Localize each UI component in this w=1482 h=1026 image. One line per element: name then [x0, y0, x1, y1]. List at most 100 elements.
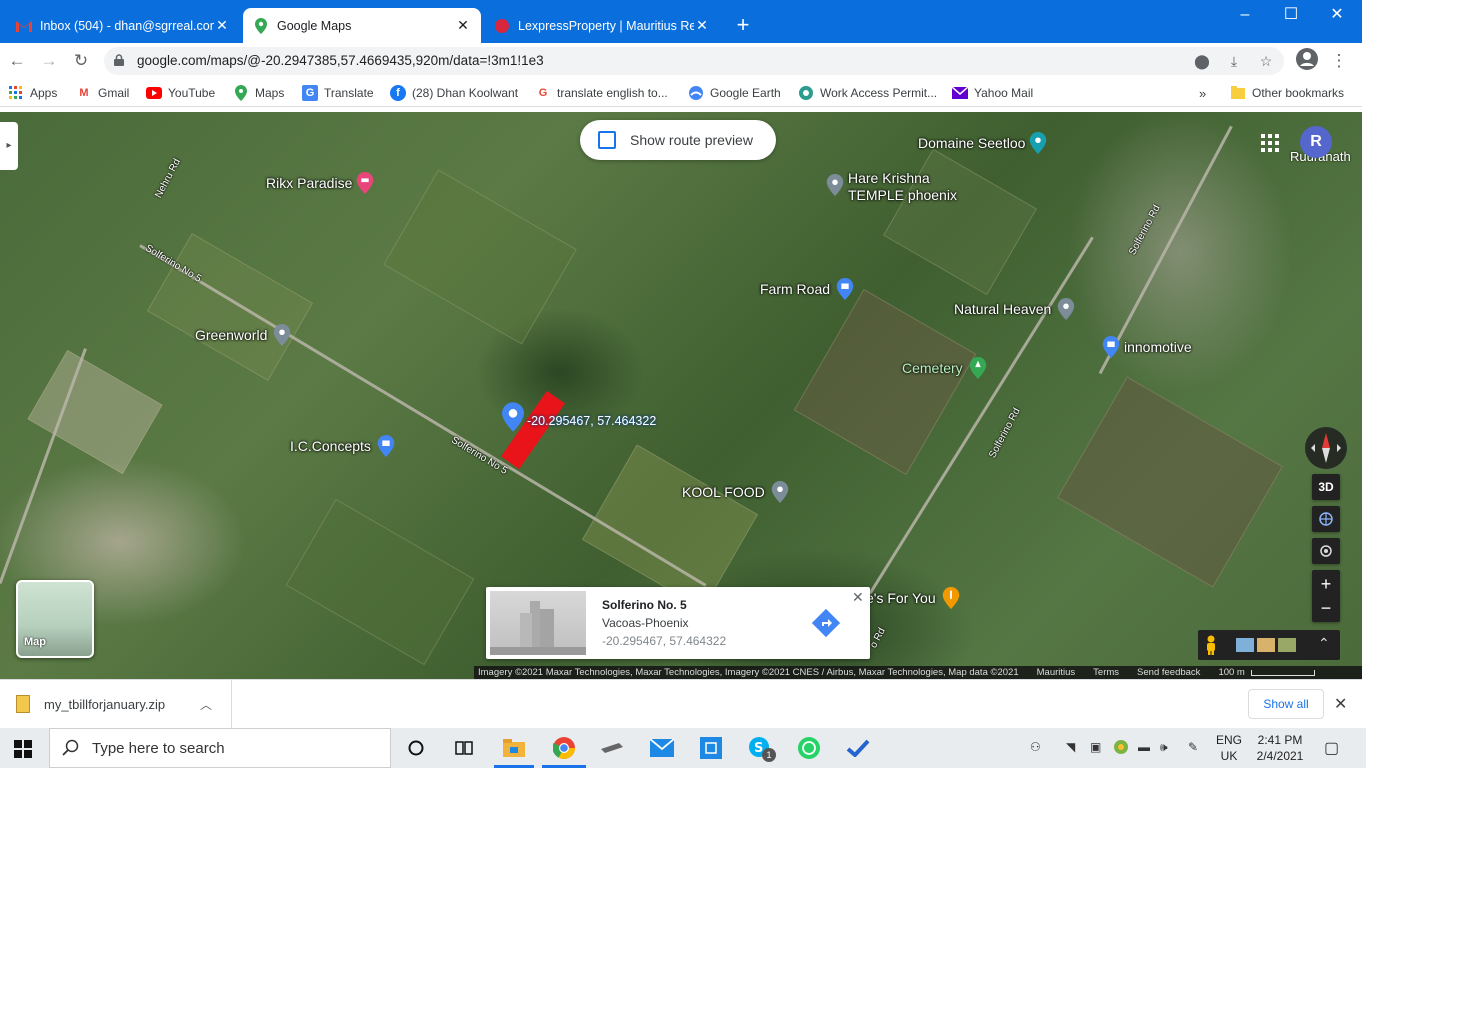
place-hare-krishna[interactable]: Hare Krishna TEMPLE phoenix: [826, 170, 957, 204]
taskbar-active-indicator: [542, 765, 586, 768]
reload-button[interactable]: ↻: [68, 48, 94, 74]
notifications-icon[interactable]: ▢: [1324, 738, 1339, 758]
place-food-for-you[interactable]: e's For You: [866, 587, 960, 609]
bookmark-apps[interactable]: Apps: [8, 84, 57, 102]
bookmark-facebook[interactable]: f (28) Dhan Koolwant: [390, 84, 518, 102]
todo-icon[interactable]: [846, 736, 870, 760]
language-indicator[interactable]: ENG UK: [1216, 732, 1242, 764]
task-view-icon[interactable]: [452, 736, 476, 760]
place-farm-road[interactable]: Farm Road: [760, 278, 854, 300]
directions-icon[interactable]: [812, 609, 840, 637]
cortana-icon[interactable]: [404, 736, 428, 760]
chevron-up-icon[interactable]: ︿: [200, 696, 212, 713]
battery-icon[interactable]: ▬: [1138, 740, 1150, 754]
taskbar-clock[interactable]: 2:41 PM 2/4/2021: [1256, 732, 1304, 764]
place-greenworld[interactable]: Greenworld: [195, 324, 291, 346]
close-icon[interactable]: ✕: [455, 17, 471, 34]
imagery-thumb[interactable]: [1278, 638, 1296, 652]
my-location-icon[interactable]: [1312, 538, 1340, 564]
satellite-map[interactable]: Nehru Rd Solferino No 5 Solferino No 5 S…: [0, 112, 1362, 679]
map-layer-toggle[interactable]: Map: [16, 580, 94, 658]
star-icon[interactable]: ☆: [1256, 51, 1276, 71]
menu-icon[interactable]: ⋮: [1326, 48, 1352, 74]
bookmark-translate[interactable]: G Translate: [302, 84, 374, 102]
close-icon[interactable]: ✕: [1334, 694, 1347, 714]
google-apps-icon[interactable]: [1261, 134, 1279, 152]
show-route-preview-checkbox[interactable]: Show route preview: [580, 120, 776, 160]
place-cemetery[interactable]: Cemetery: [902, 357, 987, 379]
pen-icon[interactable]: ✎: [1188, 740, 1198, 754]
chrome-icon[interactable]: [552, 736, 576, 760]
bookmark-google-earth[interactable]: Google Earth: [688, 84, 781, 102]
taskbar-search-input[interactable]: Type here to search: [49, 728, 391, 768]
bookmark-youtube[interactable]: YouTube: [146, 84, 215, 102]
minimize-button[interactable]: –: [1222, 0, 1268, 32]
expand-up-icon[interactable]: ⌃: [1318, 635, 1330, 652]
apps-grid-icon: [8, 85, 24, 101]
attribution-text: Imagery ©2021 Maxar Technologies, Maxar …: [478, 667, 1019, 678]
bookmark-yahoo-mail[interactable]: Yahoo Mail: [952, 84, 1033, 102]
send-feedback-link[interactable]: Send feedback: [1137, 667, 1200, 678]
bookmark-label: Apps: [30, 86, 58, 100]
place-kool-food[interactable]: KOOL FOOD: [682, 481, 789, 503]
show-all-button[interactable]: Show all: [1248, 689, 1324, 719]
bookmark-translate-search[interactable]: G translate english to...: [535, 84, 668, 102]
place-rikx-paradise[interactable]: Rikx Paradise: [266, 172, 374, 194]
pegman-icon[interactable]: [1204, 635, 1218, 655]
app-tray-icon[interactable]: [1114, 740, 1128, 757]
bookmarks-overflow-icon[interactable]: »: [1199, 84, 1206, 102]
close-icon[interactable]: ✕: [852, 589, 864, 606]
bookmark-label: Other bookmarks: [1252, 86, 1345, 100]
mail-icon[interactable]: [650, 736, 674, 760]
forward-button[interactable]: →: [36, 48, 62, 74]
tab-google-maps[interactable]: Google Maps ✕: [243, 8, 481, 43]
compass-icon[interactable]: [1305, 427, 1347, 469]
maximize-button[interactable]: ☐: [1268, 0, 1314, 32]
tilt-3d-button[interactable]: 3D: [1312, 474, 1340, 500]
skype-icon[interactable]: S 1: [748, 736, 776, 762]
tab-lexpress[interactable]: LexpressProperty | Mauritius Rea ✕: [484, 8, 720, 43]
scanner-icon[interactable]: [600, 736, 624, 760]
imagery-thumb[interactable]: [1257, 638, 1275, 652]
meet-now-icon[interactable]: ▣: [1090, 740, 1101, 754]
zoom-out-button[interactable]: −: [1321, 596, 1332, 620]
address-bar[interactable]: google.com/maps/@-20.2947385,57.4669435,…: [104, 47, 1284, 75]
close-icon[interactable]: ✕: [214, 17, 230, 34]
network-icon[interactable]: ◥: [1066, 740, 1075, 754]
store-icon[interactable]: [699, 736, 723, 760]
volume-icon[interactable]: 🕪: [1160, 740, 1168, 755]
bookmark-maps[interactable]: Maps: [233, 84, 284, 102]
people-icon[interactable]: ⚇: [1030, 740, 1041, 754]
zoom-in-button[interactable]: +: [1321, 572, 1332, 596]
location-icon[interactable]: ⬤: [1192, 51, 1212, 71]
terms-link[interactable]: Terms: [1093, 667, 1119, 678]
close-window-button[interactable]: ✕: [1314, 0, 1360, 32]
file-explorer-icon[interactable]: [502, 736, 526, 760]
install-icon[interactable]: ⤓: [1224, 51, 1244, 71]
bookmark-other[interactable]: Other bookmarks: [1230, 84, 1344, 102]
imagery-thumb[interactable]: [1236, 638, 1254, 652]
tab-gmail[interactable]: Inbox (504) - dhan@sgrreal.com ✕: [6, 8, 240, 43]
place-domaine-seetloo[interactable]: Domaine Seetloo: [918, 132, 1047, 154]
place-innomotive[interactable]: innomotive: [1102, 336, 1192, 358]
search-placeholder: Type here to search: [92, 739, 225, 757]
street-view-thumbnail[interactable]: [490, 591, 586, 655]
scale-label[interactable]: 100 m: [1218, 667, 1244, 678]
bookmark-gmail[interactable]: M Gmail: [76, 84, 129, 102]
profile-icon[interactable]: [1294, 48, 1320, 74]
place-info-card[interactable]: Solferino No. 5 Vacoas-Phoenix -20.29546…: [486, 587, 870, 659]
dropped-pin[interactable]: [502, 402, 524, 432]
globe-icon[interactable]: [1312, 506, 1340, 532]
side-panel-toggle[interactable]: ▸: [0, 122, 18, 170]
place-natural-heaven[interactable]: Natural Heaven: [954, 298, 1075, 320]
windows-start-icon[interactable]: [14, 740, 32, 758]
back-button[interactable]: ←: [4, 48, 30, 74]
download-item[interactable]: my_tbillforjanuary.zip ︿: [0, 680, 232, 728]
account-avatar[interactable]: R: [1300, 126, 1332, 158]
close-icon[interactable]: ✕: [694, 17, 710, 34]
attribution-region[interactable]: Mauritius: [1037, 667, 1076, 678]
new-tab-button[interactable]: +: [730, 12, 756, 38]
place-ic-concepts[interactable]: I.C.Concepts: [290, 435, 395, 457]
bookmark-work-access[interactable]: Work Access Permit...: [798, 84, 937, 102]
whatsapp-icon[interactable]: [797, 736, 821, 760]
